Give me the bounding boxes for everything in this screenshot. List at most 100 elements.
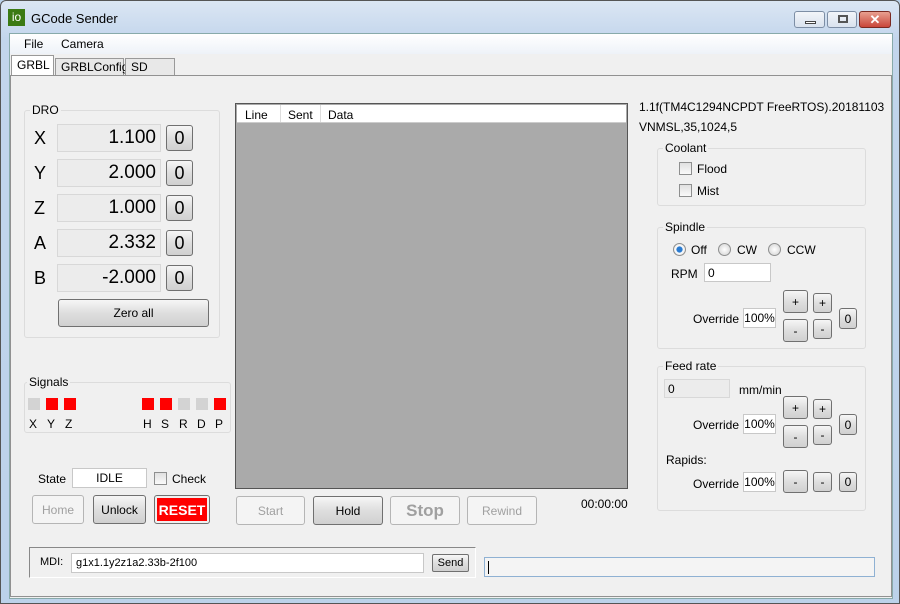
signal-s-label: S xyxy=(161,417,170,431)
signals-group: Signals X Y Z H S R D P xyxy=(24,375,231,433)
rpm-label: RPM xyxy=(671,267,698,281)
maximize-button[interactable] xyxy=(827,11,857,28)
dro-title: DRO xyxy=(30,103,61,117)
app-window: io GCode Sender ✕ File Camera GRBL GRBLC… xyxy=(0,0,900,604)
axis-label-b: B xyxy=(34,268,47,288)
minimize-button[interactable] xyxy=(794,11,825,28)
coolant-title: Coolant xyxy=(663,141,709,155)
zero-y-button[interactable]: 0 xyxy=(166,160,193,186)
dro-group: DRO X 1.100 0 Y 2.000 0 Z 1.000 0 A 2.332 0… xyxy=(24,103,220,338)
mdi-panel: MDI: g1x1.1y2z1a2.33b-2f100 Send xyxy=(29,547,476,578)
close-button[interactable]: ✕ xyxy=(859,11,891,28)
zero-all-button[interactable]: Zero all xyxy=(58,299,209,327)
feed-fine-plus-button[interactable]: + xyxy=(813,399,832,419)
zero-z-button[interactable]: 0 xyxy=(166,195,193,221)
home-button[interactable]: Home xyxy=(32,495,84,524)
zero-b-button[interactable]: 0 xyxy=(166,265,193,291)
zero-x-button[interactable]: 0 xyxy=(166,125,193,151)
feed-override-reset-button[interactable]: 0 xyxy=(839,414,857,435)
column-data[interactable]: Data xyxy=(321,105,360,122)
feed-override-field: 100% xyxy=(743,414,776,434)
axis-value-x: 1.100 xyxy=(57,124,161,152)
signal-x-indicator xyxy=(28,398,40,410)
feed-fine-minus-button[interactable]: - xyxy=(813,425,832,445)
signal-d-indicator xyxy=(196,398,208,410)
spindle-cw-label: CW xyxy=(737,243,757,257)
zero-a-button[interactable]: 0 xyxy=(166,230,193,256)
menu-camera[interactable]: Camera xyxy=(61,37,104,51)
text-cursor xyxy=(488,561,489,574)
spindle-coarse-plus-button[interactable]: + xyxy=(783,290,808,313)
spindle-off-radio[interactable] xyxy=(673,243,686,256)
column-sent[interactable]: Sent xyxy=(281,105,321,122)
stop-button[interactable]: Stop xyxy=(390,496,460,525)
mdi-input[interactable]: g1x1.1y2z1a2.33b-2f100 xyxy=(71,553,424,573)
spindle-cw-radio[interactable] xyxy=(718,243,731,256)
flood-label: Flood xyxy=(697,162,728,176)
start-button[interactable]: Start xyxy=(236,496,305,525)
feed-rate-group: Feed rate 0 mm/min Override 100% + - + -… xyxy=(657,359,866,511)
rapids-override-field: 100% xyxy=(743,472,776,492)
spindle-off-label: Off xyxy=(691,243,707,257)
feed-rate-field: 0 xyxy=(664,379,730,398)
rapids-override-label: Override xyxy=(693,477,740,491)
rewind-button[interactable]: Rewind xyxy=(467,496,537,525)
gcode-grid[interactable]: Line Sent Data xyxy=(235,103,628,489)
axis-label-x: X xyxy=(34,128,47,148)
axis-label-z: Z xyxy=(34,198,45,218)
mdi-label: MDI: xyxy=(40,556,64,568)
feed-coarse-plus-button[interactable]: + xyxy=(783,396,808,419)
signal-d-label: D xyxy=(197,417,206,431)
axis-label-a: A xyxy=(34,233,47,253)
hold-button[interactable]: Hold xyxy=(313,496,383,525)
rpm-input[interactable]: 0 xyxy=(704,263,771,282)
mist-label: Mist xyxy=(697,184,719,198)
feed-rate-title: Feed rate xyxy=(663,359,719,373)
spindle-fine-plus-button[interactable]: + xyxy=(813,293,832,313)
tab-grbl[interactable]: GRBL xyxy=(11,55,54,76)
spindle-coarse-minus-button[interactable]: - xyxy=(783,319,808,342)
window-title: GCode Sender xyxy=(31,11,118,26)
menu-file[interactable]: File xyxy=(24,37,43,51)
axis-value-a: 2.332 xyxy=(57,229,161,257)
signal-y-label: Y xyxy=(47,417,56,431)
spindle-fine-minus-button[interactable]: - xyxy=(813,319,832,339)
spindle-ccw-label: CCW xyxy=(787,243,816,257)
status-field xyxy=(484,557,875,577)
menu-bar: File Camera xyxy=(10,34,892,54)
signal-y-indicator xyxy=(46,398,58,410)
tab-page-grbl: DRO X 1.100 0 Y 2.000 0 Z 1.000 0 A 2.332 0… xyxy=(10,75,892,597)
signal-r-label: R xyxy=(179,417,188,431)
rapids-coarse-minus-button[interactable]: - xyxy=(783,470,808,493)
feed-coarse-minus-button[interactable]: - xyxy=(783,425,808,448)
axis-value-z: 1.000 xyxy=(57,194,161,222)
grid-header: Line Sent Data xyxy=(237,105,626,123)
spindle-override-field: 100% xyxy=(743,308,776,328)
signal-s-indicator xyxy=(160,398,172,410)
spindle-ccw-radio[interactable] xyxy=(768,243,781,256)
rapids-label: Rapids: xyxy=(666,453,707,467)
state-label: State xyxy=(38,472,67,486)
close-icon: ✕ xyxy=(869,12,881,27)
send-button[interactable]: Send xyxy=(432,554,469,572)
version-line2: VNMSL,35,1024,5 xyxy=(639,120,738,134)
coolant-group: Coolant Flood Mist xyxy=(657,141,866,206)
mist-checkbox[interactable] xyxy=(679,184,692,197)
spindle-title: Spindle xyxy=(663,220,708,234)
axis-label-y: Y xyxy=(34,163,47,183)
check-checkbox[interactable] xyxy=(154,472,167,485)
unlock-button[interactable]: Unlock xyxy=(93,495,146,524)
reset-button[interactable]: RESET xyxy=(154,495,210,524)
rapids-reset-button[interactable]: 0 xyxy=(839,472,857,492)
feed-unit: mm/min xyxy=(739,383,782,397)
axis-value-y: 2.000 xyxy=(57,159,161,187)
spindle-override-reset-button[interactable]: 0 xyxy=(839,308,857,329)
rapids-fine-minus-button[interactable]: - xyxy=(813,472,832,492)
column-line[interactable]: Line xyxy=(237,105,281,122)
maximize-icon xyxy=(838,15,848,23)
spindle-group: Spindle Off CW CCW RPM 0 Override 100% +… xyxy=(657,220,866,349)
signal-z-label: Z xyxy=(65,417,73,431)
signal-z-indicator xyxy=(64,398,76,410)
signal-p-indicator xyxy=(214,398,226,410)
flood-checkbox[interactable] xyxy=(679,162,692,175)
